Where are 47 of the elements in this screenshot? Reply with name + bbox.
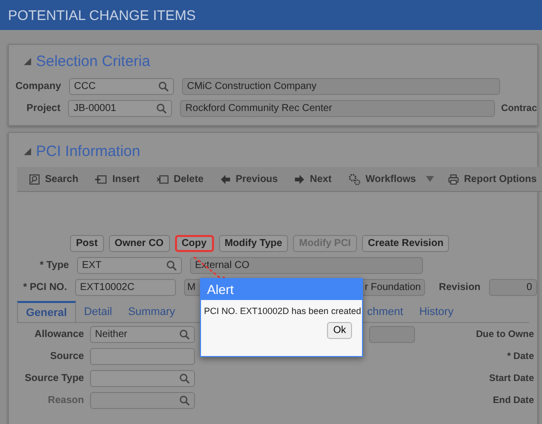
action-button[interactable]: Modify Type	[218, 234, 288, 252]
toolbar-button[interactable]: Previous	[214, 174, 284, 184]
text-field[interactable]: EXT10002C	[74, 278, 176, 296]
tab[interactable]: Detail	[76, 301, 120, 322]
dialog-title: Alert	[207, 282, 234, 297]
ok-button[interactable]: Ok	[327, 322, 352, 339]
alert-message: PCI NO. EXT10002D has been created	[204, 306, 362, 316]
description-text: r Foundation	[364, 282, 421, 292]
description-text: M	[187, 282, 196, 292]
field-label: Allowance	[34, 328, 84, 340]
toolbar-button[interactable]: Search	[23, 174, 84, 184]
description-field: Rockford Community Rec Center	[180, 100, 496, 116]
field-label: End Date	[492, 394, 535, 406]
field-label: Reason	[46, 394, 84, 406]
tab[interactable]: History	[411, 301, 462, 322]
action-button[interactable]: Owner CO	[108, 234, 170, 252]
field-label: Company	[14, 80, 61, 92]
field-label: Due to Owne	[476, 328, 535, 340]
action-button[interactable]: Copy	[174, 234, 214, 252]
lookup-field[interactable]: Neither	[90, 326, 195, 342]
field-label: Contrac	[501, 102, 537, 114]
field-label: Start Date	[489, 372, 535, 384]
toolbar-button[interactable]: Next	[288, 174, 338, 184]
toolbar-button[interactable]: Report Options	[442, 174, 542, 184]
action-button[interactable]: Post	[70, 234, 104, 252]
field-label: Source	[49, 350, 84, 362]
lookup-field[interactable]: JB-00001	[68, 100, 172, 116]
field-label: * Date	[507, 350, 535, 362]
field-label: * PCI NO.	[22, 282, 67, 292]
tab[interactable]: chment	[359, 301, 412, 322]
tab[interactable]: General	[17, 301, 76, 322]
field-label: * Type	[38, 260, 69, 270]
action-button[interactable]: Create Revision	[362, 234, 450, 252]
revision-field: 0	[488, 278, 537, 296]
toolbar-button[interactable]: Workflows	[342, 172, 422, 186]
field-label: Project	[26, 102, 60, 114]
tab[interactable]: Summary	[120, 301, 184, 322]
field-label: Source Type	[24, 372, 84, 384]
section-title: Selection Criteria	[36, 52, 150, 70]
lookup-field[interactable]: EXT	[77, 256, 182, 274]
section-title: PCI Information	[36, 142, 140, 160]
field-label: Revision	[438, 282, 481, 292]
description-field: CMiC Construction Company	[182, 78, 500, 94]
lookup-field[interactable]: CCC	[69, 78, 174, 94]
page-title: POTENTIAL CHANGE ITEMS	[8, 7, 196, 23]
toolbar-button[interactable]: Delete	[150, 174, 210, 184]
toolbar-button[interactable]: Insert	[88, 174, 146, 184]
